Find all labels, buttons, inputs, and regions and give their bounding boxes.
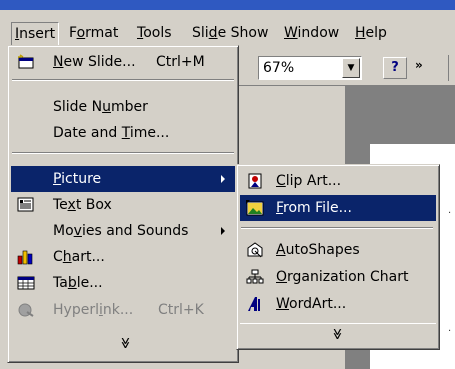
from-file-icon [246, 200, 264, 216]
submenu-arrow-icon [221, 227, 225, 235]
menu-tools[interactable]: Tools [133, 22, 176, 44]
hyperlink-icon [18, 303, 34, 317]
menu-help[interactable]: Help [351, 22, 391, 44]
menu-separator [12, 152, 234, 154]
zoom-combobox[interactable]: 67% ▼ [258, 56, 362, 80]
menu-item-label: Clip Art... [276, 173, 342, 189]
chevron-double-down-icon: ≫ [118, 337, 132, 348]
help-icon: ? [391, 60, 399, 75]
menu-item-label: WordArt... [276, 296, 347, 312]
placeholder-border: · [448, 208, 452, 219]
menu-item-label: AutoShapes [276, 242, 360, 258]
toolbar-options-button[interactable]: » [415, 58, 423, 72]
menu-bar: Insert Format Tools Slide Show Window He… [0, 10, 455, 46]
menu-item-wordart[interactable]: WordArt... [240, 291, 436, 317]
menu-item-label: Text Box [53, 197, 112, 213]
menu-item-label: Table... [53, 275, 103, 291]
menu-item-picture[interactable]: Picture [11, 166, 235, 192]
menu-item-slide-number[interactable]: Slide Number [11, 94, 235, 120]
new-slide-icon [18, 54, 34, 69]
menu-item-text-box[interactable]: Text Box [11, 192, 235, 218]
menu-item-label: Organization Chart [276, 269, 409, 285]
text-box-icon [17, 197, 34, 212]
shortcut-label: Ctrl+K [158, 302, 204, 318]
menu-item-hyperlink[interactable]: Hyperlink... Ctrl+K [11, 297, 235, 323]
menu-item-clip-art[interactable]: Clip Art... [240, 168, 436, 194]
menu-insert[interactable]: Insert [11, 22, 60, 46]
expand-glyph: ≫ [330, 328, 344, 339]
menu-item-table[interactable]: Table... [11, 270, 235, 296]
chevron-down-icon[interactable]: ▼ [342, 58, 360, 78]
menu-item-label: Hyperlink... [53, 302, 134, 318]
menu-item-label: Slide Number [53, 99, 148, 115]
table-icon [17, 276, 35, 290]
menu-item-label: New Slide... [53, 54, 136, 70]
menu-item-label: Chart... [53, 249, 105, 265]
submenu-arrow-icon [221, 175, 225, 183]
title-bar-strip [0, 0, 455, 10]
autoshapes-icon [247, 242, 263, 258]
menu-item-label: From File... [276, 200, 352, 216]
menu-format[interactable]: Format [65, 22, 122, 44]
more-icon: » [415, 58, 423, 72]
menu-item-movies-and-sounds[interactable]: Movies and Sounds [11, 218, 235, 244]
insert-menu: New Slide... Ctrl+M Slide Number Date an… [7, 45, 239, 363]
menu-separator [12, 79, 234, 81]
menu-item-label: Picture [53, 171, 102, 187]
menu-item-label: Date and Time... [53, 125, 170, 141]
menu-item-autoshapes[interactable]: AutoShapes [240, 237, 436, 263]
menu-item-date-and-time[interactable]: Date and Time... [11, 120, 235, 146]
expand-menu-icon[interactable]: ≫ [118, 336, 132, 349]
menu-slide-show[interactable]: Slide Show [188, 22, 272, 44]
placeholder-border: · [448, 326, 452, 337]
org-chart-icon [246, 269, 264, 284]
menu-item-organization-chart[interactable]: Organization Chart [240, 264, 436, 290]
menu-window[interactable]: Window [280, 22, 343, 44]
wordart-icon [248, 297, 260, 311]
menu-separator [241, 227, 433, 229]
menu-item-new-slide[interactable]: New Slide... Ctrl+M [11, 49, 235, 75]
expand-submenu-button[interactable]: ≫ [240, 323, 436, 346]
toolbar-separator [448, 55, 449, 81]
zoom-value: 67% [263, 60, 295, 76]
menu-item-label: Movies and Sounds [53, 223, 189, 239]
chevron-double-down-icon: ≫ [330, 327, 344, 340]
menu-item-chart[interactable]: Chart... [11, 244, 235, 270]
picture-submenu: Clip Art... From File... AutoShapes Orga… [236, 164, 440, 350]
chart-icon [17, 250, 33, 265]
shortcut-label: Ctrl+M [156, 54, 205, 70]
menu-item-from-file[interactable]: From File... [240, 195, 436, 221]
help-button[interactable]: ? [383, 57, 407, 79]
clip-art-icon [248, 173, 262, 189]
